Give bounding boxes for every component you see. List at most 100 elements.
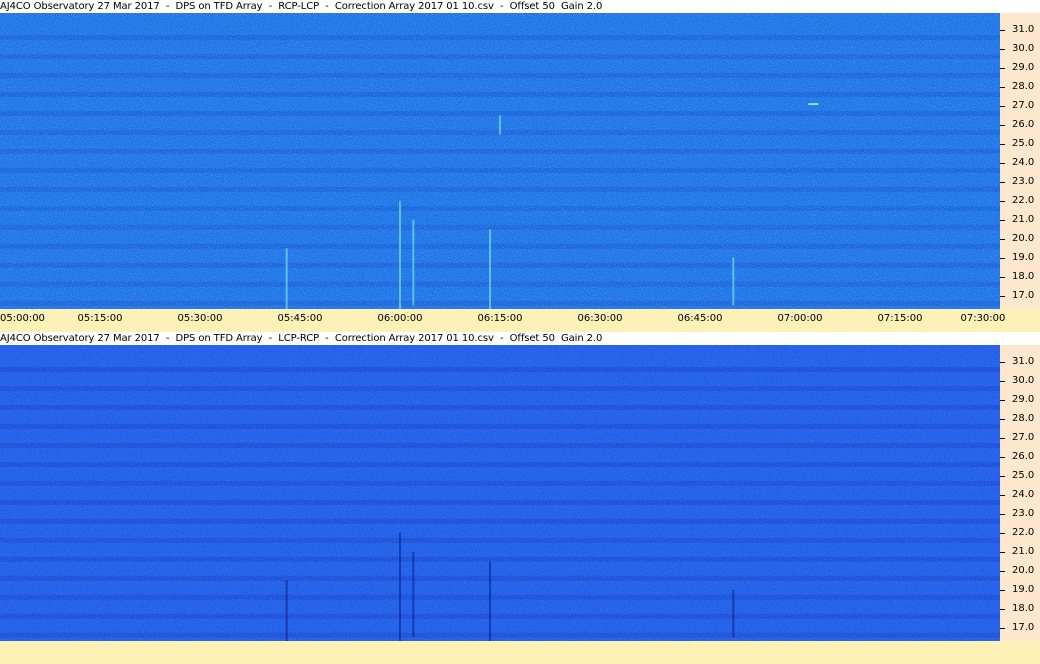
x-tick-label: 05:30:00 — [177, 313, 223, 324]
burst-mark — [412, 219, 415, 306]
y-tick: 30.0 — [1000, 375, 1040, 386]
y-tick-mark — [1000, 162, 1005, 164]
y-tick: 21.0 — [1000, 546, 1040, 557]
y-tick-mark — [1000, 513, 1005, 515]
burst-mark — [489, 561, 491, 641]
y-tick-label: 18.0 — [1012, 270, 1035, 282]
y-tick-mark — [1000, 494, 1005, 496]
time-axis-2 — [0, 641, 1040, 664]
y-tick-mark — [1000, 295, 1005, 297]
y-tick: 19.0 — [1000, 252, 1040, 263]
spectrogram-svg — [0, 13, 1000, 309]
y-tick-label: 18.0 — [1012, 602, 1035, 614]
burst-mark — [399, 200, 401, 309]
y-tick-mark — [1000, 219, 1005, 221]
burst-mark — [499, 115, 501, 135]
burst-mark — [285, 248, 288, 309]
y-tick: 25.0 — [1000, 138, 1040, 149]
y-tick: 29.0 — [1000, 62, 1040, 73]
x-tick-label: 06:45:00 — [677, 313, 723, 324]
y-tick: 27.0 — [1000, 432, 1040, 443]
y-tick: 24.0 — [1000, 157, 1040, 168]
y-tick-label: 29.0 — [1012, 394, 1035, 406]
x-tick-label: 06:30:00 — [577, 313, 623, 324]
time-axis-1: 05:00:00 05:15:00 05:30:00 05:45:00 06:00:00… — [0, 309, 1040, 332]
y-tick-label: 30.0 — [1012, 375, 1035, 387]
burst-mark — [412, 551, 415, 638]
y-tick-mark — [1000, 400, 1005, 402]
y-tick: 27.0 — [1000, 100, 1040, 111]
y-tick: 23.0 — [1000, 176, 1040, 187]
y-tick-label: 24.0 — [1012, 156, 1035, 168]
y-tick-mark — [1000, 30, 1005, 32]
y-tick-mark — [1000, 627, 1005, 629]
panel-1-title: AJ4CO Observatory 27 Mar 2017 - DPS on T… — [0, 1, 603, 12]
y-tick-label: 29.0 — [1012, 62, 1035, 74]
y-tick: 17.0 — [1000, 290, 1040, 301]
y-tick: 29.0 — [1000, 394, 1040, 405]
x-tick-label: 05:15:00 — [77, 313, 123, 324]
y-tick: 26.0 — [1000, 451, 1040, 462]
burst-mark — [399, 532, 401, 641]
y-tick-mark — [1000, 475, 1005, 477]
y-tick: 24.0 — [1000, 489, 1040, 500]
y-tick-label: 28.0 — [1012, 81, 1035, 92]
y-tick-label: 27.0 — [1012, 431, 1035, 443]
y-tick-mark — [1000, 456, 1005, 458]
burst-mark — [732, 589, 735, 638]
y-tick-label: 20.0 — [1012, 564, 1035, 576]
y-tick-label: 31.0 — [1012, 24, 1035, 36]
y-tick: 22.0 — [1000, 195, 1040, 206]
y-tick-label: 24.0 — [1012, 488, 1035, 500]
y-tick-mark — [1000, 143, 1005, 145]
y-tick-mark — [1000, 257, 1005, 259]
y-tick-mark — [1000, 532, 1005, 534]
y-tick-mark — [1000, 608, 1005, 610]
y-tick-mark — [1000, 551, 1005, 553]
y-tick-label: 26.0 — [1012, 450, 1035, 462]
burst-mark — [489, 229, 491, 309]
y-tick-label: 27.0 — [1012, 99, 1035, 111]
y-tick-mark — [1000, 200, 1005, 202]
frequency-axis-2: 31.0 30.0 29.0 28.0 27.0 26.0 25.0 24.0 23.0 22.0… — [1000, 345, 1040, 641]
y-tick-mark — [1000, 419, 1005, 420]
y-tick: 20.0 — [1000, 565, 1040, 576]
y-tick: 31.0 — [1000, 24, 1040, 35]
y-tick-label: 25.0 — [1012, 469, 1035, 481]
frequency-axis-1: 31.0 30.0 29.0 28.0 27.0 26.0 25.0 24.0 23.0 22.0… — [1000, 13, 1040, 309]
y-tick-label: 22.0 — [1012, 194, 1035, 206]
y-tick-mark — [1000, 181, 1005, 183]
y-tick-mark — [1000, 276, 1005, 278]
y-tick-label: 22.0 — [1012, 526, 1035, 538]
x-tick-label: 07:15:00 — [877, 313, 923, 324]
y-tick-label: 17.0 — [1012, 621, 1035, 633]
y-tick: 26.0 — [1000, 119, 1040, 130]
y-tick: 25.0 — [1000, 470, 1040, 481]
y-tick-mark — [1000, 49, 1005, 51]
y-tick-label: 30.0 — [1012, 43, 1035, 55]
y-tick-label: 25.0 — [1012, 137, 1035, 149]
noise-texture — [0, 13, 1000, 309]
spectrogram-lcp-rcp[interactable] — [0, 345, 1000, 641]
y-tick: 17.0 — [1000, 622, 1040, 633]
y-tick-label: 21.0 — [1012, 213, 1035, 225]
x-tick-label: 06:00:00 — [377, 313, 423, 324]
x-tick-label: 07:00:00 — [777, 313, 823, 324]
x-tick-label: 06:15:00 — [477, 313, 523, 324]
y-tick-label: 20.0 — [1012, 232, 1035, 244]
y-tick: 23.0 — [1000, 508, 1040, 519]
x-tick-label: 07:30:00 — [960, 313, 1006, 324]
y-tick: 21.0 — [1000, 214, 1040, 225]
y-tick-label: 21.0 — [1012, 545, 1035, 557]
y-tick-label: 19.0 — [1012, 583, 1035, 595]
y-tick-mark — [1000, 238, 1005, 240]
y-tick-mark — [1000, 87, 1005, 88]
spectrogram-svg — [0, 345, 1000, 641]
spectrogram-rcp-lcp[interactable] — [0, 13, 1000, 309]
burst-mark — [732, 257, 735, 306]
y-tick-mark — [1000, 68, 1005, 70]
x-tick-label: 05:00:00 — [0, 313, 45, 324]
y-tick: 19.0 — [1000, 584, 1040, 595]
y-tick-mark — [1000, 105, 1005, 107]
y-tick-mark — [1000, 570, 1005, 572]
